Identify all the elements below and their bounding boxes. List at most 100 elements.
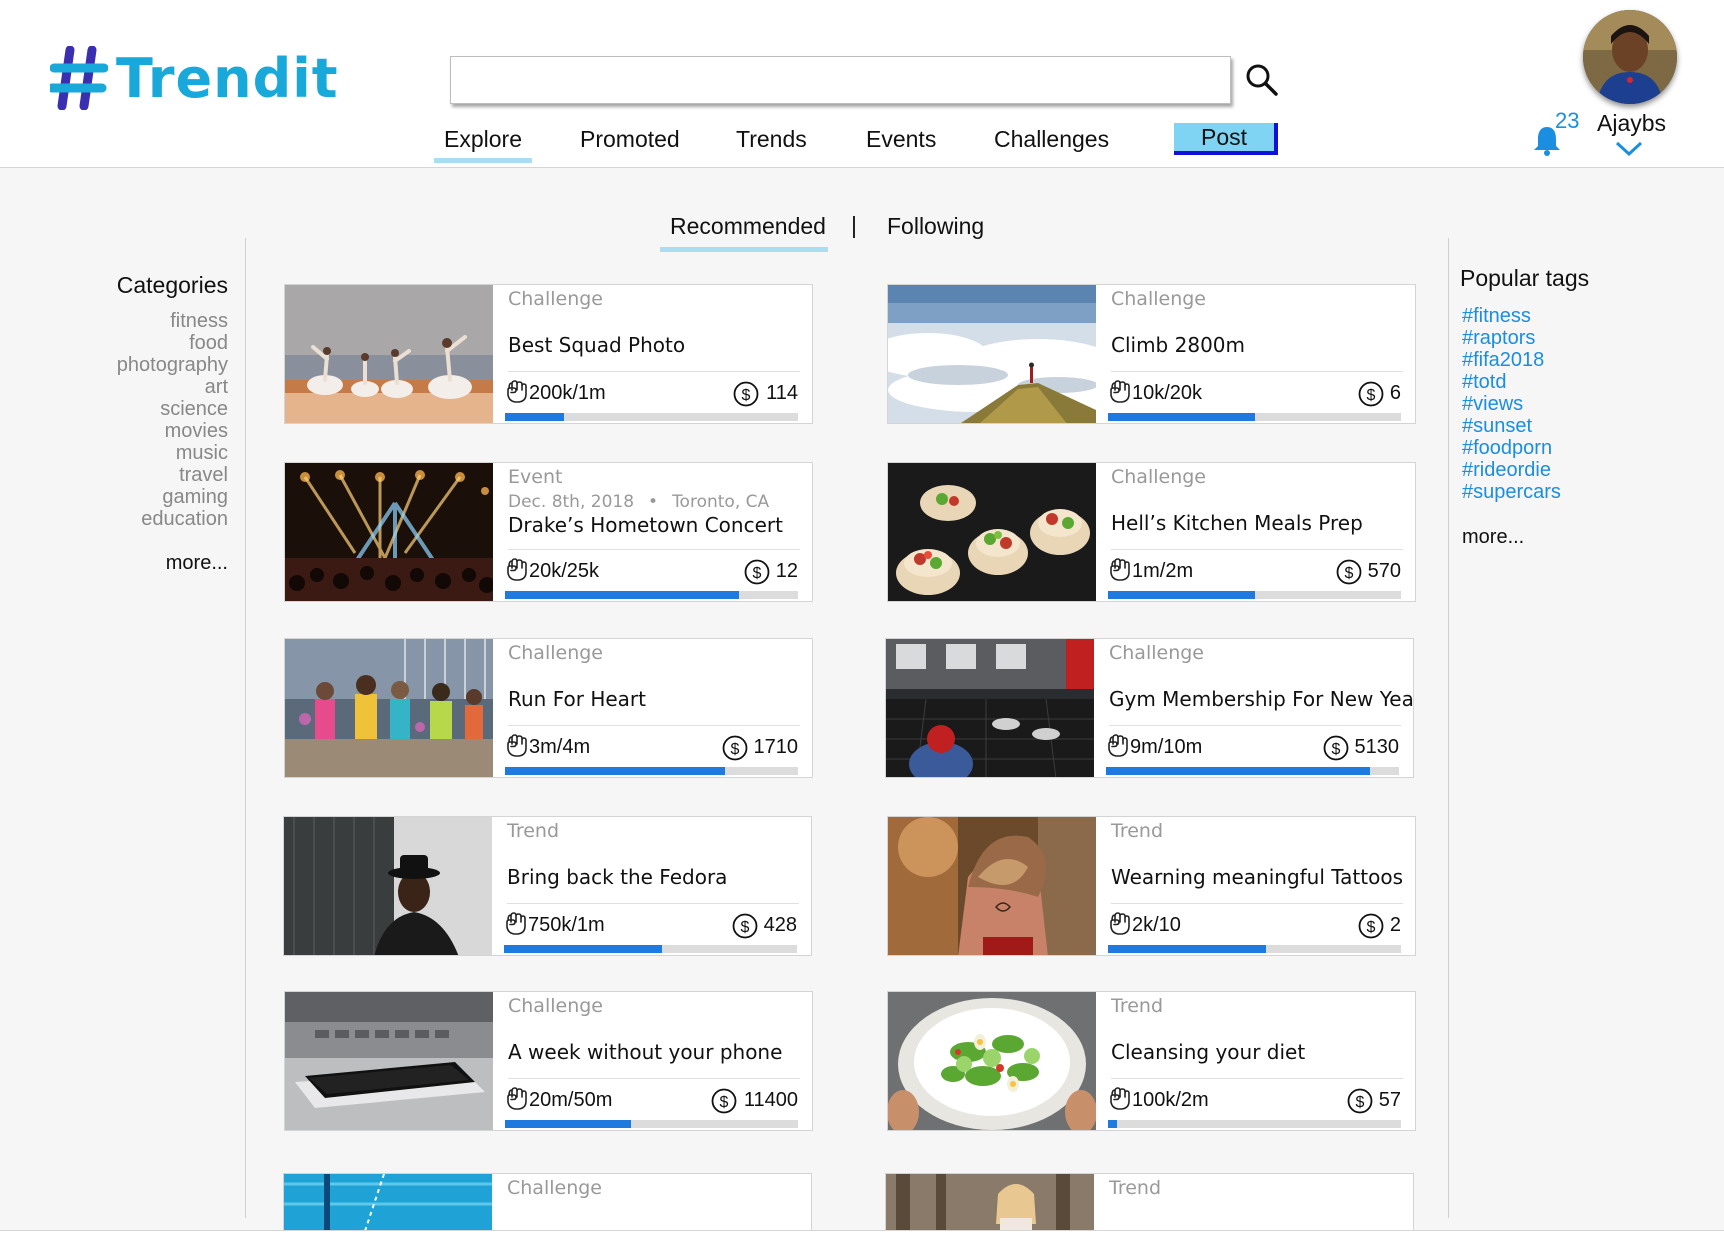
card-progress-bar xyxy=(1108,591,1401,599)
popular-tag-list: #fitness #raptors #fifa2018 #totd #views… xyxy=(1462,305,1561,503)
tab-following[interactable]: Following xyxy=(887,213,984,240)
top-header: Trendit Explore Promoted Trends Events C… xyxy=(0,0,1724,168)
card-title[interactable]: Drake’s Hometown Concert xyxy=(508,513,783,537)
participant-count: 100k/2m xyxy=(1132,1089,1209,1111)
category-music[interactable]: music xyxy=(117,442,228,464)
card-image[interactable] xyxy=(888,817,1096,955)
card-image[interactable] xyxy=(285,463,493,601)
card-divider xyxy=(1111,549,1403,550)
post-button[interactable]: Post xyxy=(1174,123,1278,155)
card-title[interactable]: Hell’s Kitchen Meals Prep xyxy=(1111,511,1363,535)
card-photo xyxy=(888,992,1096,1130)
card-type: Challenge xyxy=(507,1177,602,1199)
participant-count: 10k/20k xyxy=(1132,382,1203,404)
tag-link[interactable]: #fitness xyxy=(1462,305,1561,327)
feed-card[interactable]: Challenge A week without your phone 20m/… xyxy=(284,991,813,1131)
card-image[interactable] xyxy=(888,285,1096,423)
card-divider xyxy=(1111,1078,1403,1079)
dollar-coin-icon: $ xyxy=(1323,735,1349,761)
fist-icon xyxy=(507,1087,527,1110)
card-progress-bar xyxy=(505,591,798,599)
category-education[interactable]: education xyxy=(117,508,228,530)
card-title[interactable]: Best Squad Photo xyxy=(508,333,685,357)
tag-link[interactable]: #fifa2018 xyxy=(1462,349,1561,371)
feed-card[interactable]: Event Dec. 8th, 2018 • Toronto, CA Drake’s… xyxy=(284,462,813,602)
card-title[interactable]: Run For Heart xyxy=(508,687,646,711)
card-body: Challenge Best Squad Photo 200k/1m $ 114 xyxy=(493,285,812,423)
tag-link[interactable]: #totd xyxy=(1462,371,1561,393)
card-image[interactable] xyxy=(285,639,493,777)
card-photo xyxy=(285,463,493,601)
tab-promoted[interactable]: Promoted xyxy=(580,126,680,153)
card-photo xyxy=(285,992,493,1130)
card-title[interactable]: Wearning meaningful Tattoos xyxy=(1111,865,1403,889)
tab-trends[interactable]: Trends xyxy=(736,126,807,153)
participant-count: 200k/1m xyxy=(529,382,606,404)
card-title[interactable]: Bring back the Fedora xyxy=(507,865,727,889)
search-input[interactable] xyxy=(450,56,1231,104)
user-avatar[interactable] xyxy=(1583,10,1677,104)
fist-icon xyxy=(506,912,526,935)
card-image[interactable] xyxy=(888,463,1096,601)
feed-card[interactable]: Trend Wearning meaningful Tattoos 2k/10 … xyxy=(887,816,1416,956)
card-type: Challenge xyxy=(1111,466,1206,488)
card-progress-fill xyxy=(1108,591,1255,599)
card-image[interactable] xyxy=(285,992,493,1130)
card-image[interactable] xyxy=(285,285,493,423)
card-type: Trend xyxy=(1111,820,1163,842)
card-divider xyxy=(508,725,800,726)
card-title[interactable]: Climb 2800m xyxy=(1111,333,1245,357)
tag-link[interactable]: #views xyxy=(1462,393,1561,415)
tab-recommended[interactable]: Recommended xyxy=(660,213,828,252)
search-icon[interactable] xyxy=(1244,62,1280,98)
card-title[interactable]: Gym Membership For New Years xyxy=(1109,687,1413,711)
card-body: Event Dec. 8th, 2018 • Toronto, CA Drake’s… xyxy=(493,463,812,601)
tag-link[interactable]: #foodporn xyxy=(1462,437,1561,459)
reward-amount: 114 xyxy=(766,382,798,404)
fist-icon xyxy=(1110,380,1130,403)
feed-card[interactable]: Trend Cleansing your diet 100k/2m $ 57 xyxy=(887,991,1416,1131)
tag-link[interactable]: #supercars xyxy=(1462,481,1561,503)
avatar-photo xyxy=(1583,10,1677,104)
feed-card[interactable]: Challenge Hell’s Kitchen Meals Prep 1m/2… xyxy=(887,462,1416,602)
card-progress-bar xyxy=(505,767,798,775)
tab-explore[interactable]: Explore xyxy=(434,126,532,163)
tab-challenges[interactable]: Challenges xyxy=(994,126,1109,153)
category-fitness[interactable]: fitness xyxy=(117,310,228,332)
tag-link[interactable]: #raptors xyxy=(1462,327,1561,349)
tag-link[interactable]: #sunset xyxy=(1462,415,1561,437)
feed-card[interactable]: Challenge Run For Heart 3m/4m $ 1710 xyxy=(284,638,813,778)
card-image[interactable] xyxy=(284,817,492,955)
card-type: Challenge xyxy=(508,288,603,310)
feed-card[interactable]: Challenge Climb 2800m 10k/20k $ 6 xyxy=(887,284,1416,424)
category-movies[interactable]: movies xyxy=(117,420,228,442)
categories-title: Categories xyxy=(116,272,228,298)
feed-card[interactable]: Trend Bring back the Fedora 750k/1m $ 42… xyxy=(283,816,812,956)
category-food[interactable]: food xyxy=(117,332,228,354)
username[interactable]: Ajaybs xyxy=(1597,110,1666,137)
card-photo xyxy=(285,639,493,777)
category-travel[interactable]: travel xyxy=(117,464,228,486)
card-title[interactable]: Cleansing your diet xyxy=(1111,1040,1305,1064)
chevron-down-icon[interactable] xyxy=(1614,140,1644,158)
tab-events[interactable]: Events xyxy=(866,126,936,153)
card-title[interactable]: A week without your phone xyxy=(508,1040,782,1064)
category-photography[interactable]: photography xyxy=(117,354,228,376)
feed-card[interactable]: Challenge Gym Membership For New Years 9… xyxy=(885,638,1414,778)
card-progress-fill xyxy=(504,945,663,953)
tags-more-link[interactable]: more... xyxy=(1462,526,1524,549)
trendit-logo[interactable]: Trendit xyxy=(50,44,339,112)
category-science[interactable]: science xyxy=(117,398,228,420)
category-art[interactable]: art xyxy=(117,376,228,398)
dollar-coin-icon: $ xyxy=(1347,1088,1373,1114)
card-image[interactable] xyxy=(888,992,1096,1130)
card-image[interactable] xyxy=(886,639,1094,777)
dollar-coin-icon: $ xyxy=(732,913,758,939)
category-gaming[interactable]: gaming xyxy=(117,486,228,508)
card-photo xyxy=(888,463,1096,601)
categories-more-link[interactable]: more... xyxy=(166,552,228,575)
feed-card[interactable]: Challenge Best Squad Photo 200k/1m $ 114 xyxy=(284,284,813,424)
tag-link[interactable]: #rideordie xyxy=(1462,459,1561,481)
card-body: Challenge Run For Heart 3m/4m $ 1710 xyxy=(493,639,812,777)
notification-count: 23 xyxy=(1555,108,1580,133)
